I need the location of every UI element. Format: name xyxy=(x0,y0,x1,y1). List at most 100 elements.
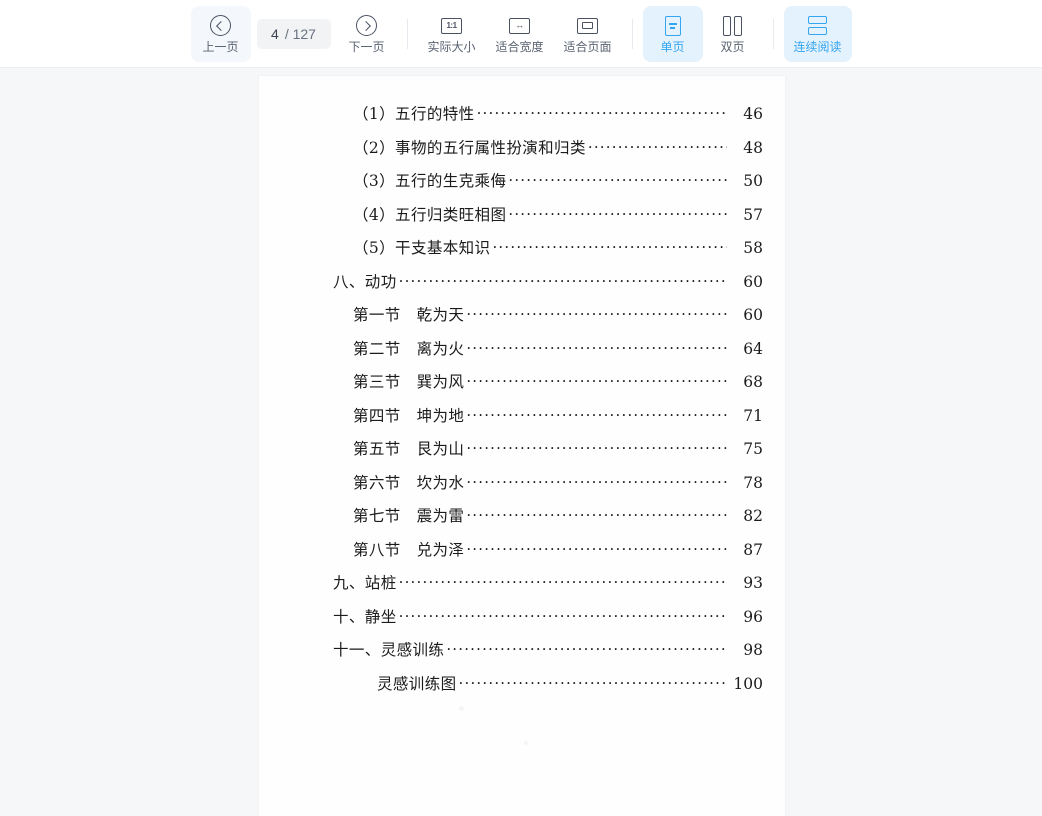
toc-entry-page-number: 98 xyxy=(743,641,763,659)
toc-leader-dots: ········································… xyxy=(508,204,727,223)
fit-page-button[interactable]: 适合页面 xyxy=(554,6,622,62)
table-of-contents: （1）五行的特性 ································… xyxy=(259,76,785,705)
toc-leader-dots: ········································… xyxy=(458,673,727,692)
toc-entry-page-number: 57 xyxy=(743,205,763,224)
toc-leader-dots: ········································… xyxy=(466,506,727,524)
fit-width-label: 适合宽度 xyxy=(495,39,544,54)
actual-size-button[interactable]: 1:1 实际大小 xyxy=(418,6,486,62)
toc-entry[interactable]: （4）五行归类旺相图 ······························… xyxy=(281,203,763,237)
one-to-one-icon: 1:1 xyxy=(441,15,463,37)
toc-entry[interactable]: 八、动功 ····································… xyxy=(281,270,763,304)
dual-page-icon xyxy=(722,15,744,37)
toc-entry-page-number: 96 xyxy=(743,607,763,626)
toc-leader-dots: ········································… xyxy=(446,640,727,658)
one-to-one-icon-glyph: 1:1 xyxy=(441,17,462,34)
toc-entry[interactable]: 第七节 震为雷 ·································… xyxy=(281,504,763,538)
fit-width-button[interactable]: ↔ 适合宽度 xyxy=(486,6,554,62)
next-page-label: 下一页 xyxy=(348,39,385,54)
toc-entry[interactable]: 第六节 坎为水 ·································… xyxy=(281,471,763,505)
fit-page-label: 适合页面 xyxy=(563,39,612,54)
toc-entry[interactable]: （1）五行的特性 ································… xyxy=(281,102,763,136)
dual-page-button[interactable]: 双页 xyxy=(703,6,763,62)
toc-entry[interactable]: 十、静坐 ····································… xyxy=(281,605,763,639)
total-pages-value: / 127 xyxy=(284,25,316,42)
toc-entry[interactable]: 第一节 乾为天 ·································… xyxy=(281,303,763,337)
toolbar-divider-1 xyxy=(406,18,408,49)
toc-leader-dots: ········································… xyxy=(398,573,727,591)
toc-leader-dots: ········································… xyxy=(466,539,727,558)
toc-entry[interactable]: 第四节 坤为地 ·································… xyxy=(281,404,763,438)
toc-entry[interactable]: （3）五行的生克乘侮 ······························… xyxy=(281,169,763,203)
toc-entry-title: 第五节 艮为山 xyxy=(353,440,465,458)
prev-page-button[interactable]: 上一页 xyxy=(190,5,251,62)
toc-entry-page-number: 82 xyxy=(743,507,763,525)
toc-entry-page-number: 48 xyxy=(743,138,763,157)
toc-entry[interactable]: 九、站桩 ····································… xyxy=(281,571,763,605)
toc-entry-title: （4）五行归类旺相图 xyxy=(353,205,507,224)
scan-artifact xyxy=(439,616,442,619)
scan-artifact xyxy=(459,706,464,711)
toc-entry-title: 十一、灵感训练 xyxy=(333,641,445,659)
current-page-value: 4 xyxy=(271,25,279,42)
continuous-scroll-icon xyxy=(807,15,829,37)
reader-toolbar: 上一页 4 / 127 下一页 1:1 实际大小 ↔ 适合宽度 适合页面 单页 xyxy=(0,0,1042,68)
toc-entry[interactable]: 第二节 离为火 ·································… xyxy=(281,337,763,371)
toc-entry-page-number: 68 xyxy=(743,373,763,391)
toc-entry-title: 第八节 兑为泽 xyxy=(353,540,465,559)
toc-entry-title: 第七节 震为雷 xyxy=(353,507,465,525)
toc-entry-title: 第六节 坎为水 xyxy=(353,473,465,492)
toc-entry-title: 八、动功 xyxy=(333,272,397,291)
toc-entry-title: （2）事物的五行属性扮演和归类 xyxy=(353,138,586,157)
page-number-input[interactable]: 4 / 127 xyxy=(256,18,331,49)
toc-entry[interactable]: 灵感训练图 ···································… xyxy=(281,672,763,706)
toc-entry[interactable]: （2）事物的五行属性扮演和归类·························… xyxy=(281,136,763,170)
toc-entry-page-number: 78 xyxy=(743,473,763,492)
continuous-reading-button[interactable]: 连续阅读 xyxy=(783,5,852,62)
toc-entry[interactable]: 十一、灵感训练 ·································… xyxy=(281,638,763,672)
toc-leader-dots: ········································… xyxy=(398,271,727,290)
toc-leader-dots: ········································… xyxy=(508,171,727,189)
toc-leader-dots: ········································… xyxy=(466,305,727,323)
single-page-label: 单页 xyxy=(660,39,685,54)
single-page-icon xyxy=(662,15,684,37)
toc-leader-dots: ········································… xyxy=(466,372,727,390)
toc-entry-page-number: 60 xyxy=(743,272,763,291)
toc-entry-page-number: 71 xyxy=(743,406,763,425)
toc-entry-title: 第二节 离为火 xyxy=(353,339,465,358)
toc-entry-title: （1）五行的特性 xyxy=(353,105,475,123)
fit-width-arrows: ↔ xyxy=(515,20,524,30)
actual-size-label: 实际大小 xyxy=(427,39,476,54)
continuous-reading-label: 连续阅读 xyxy=(793,39,842,54)
toc-entry-title: 第四节 坤为地 xyxy=(353,406,465,425)
dual-page-label: 双页 xyxy=(720,39,745,54)
single-page-button[interactable]: 单页 xyxy=(642,5,703,62)
toc-entry-title: （3）五行的生克乘侮 xyxy=(353,172,507,190)
toc-entry-page-number: 50 xyxy=(743,172,763,190)
toc-entry[interactable]: 第五节 艮为山 ·································… xyxy=(281,437,763,471)
prev-page-label: 上一页 xyxy=(202,39,239,54)
toc-leader-dots: ········································… xyxy=(466,439,727,457)
toc-entry[interactable]: 第八节 兑为泽 ·································… xyxy=(281,538,763,572)
toc-entry-title: 九、站桩 xyxy=(333,574,397,592)
toc-leader-dots: ········································… xyxy=(587,137,727,156)
next-page-button[interactable]: 下一页 xyxy=(337,6,397,62)
fit-page-icon xyxy=(577,15,599,37)
pdf-page: （1）五行的特性 ································… xyxy=(259,76,785,816)
toc-leader-dots: ········································… xyxy=(466,338,727,357)
toc-entry[interactable]: 第三节 巽为风 ·································… xyxy=(281,370,763,404)
chevron-right-circle-icon xyxy=(356,15,378,37)
toc-entry-title: （5）干支基本知识 xyxy=(353,239,491,257)
toc-entry-page-number: 100 xyxy=(733,674,763,693)
toc-leader-dots: ········································… xyxy=(476,104,727,122)
toc-entry-title: 第三节 巽为风 xyxy=(353,373,465,391)
toc-entry[interactable]: （5）干支基本知识 ·······························… xyxy=(281,236,763,270)
toc-entry-title: 第一节 乾为天 xyxy=(353,306,465,324)
toc-entry-title: 十、静坐 xyxy=(333,607,397,626)
toc-leader-dots: ········································… xyxy=(466,472,727,491)
scan-artifact xyxy=(524,741,528,745)
toc-entry-page-number: 58 xyxy=(743,239,763,257)
chevron-left-circle-icon xyxy=(210,15,232,37)
toc-leader-dots: ········································… xyxy=(466,405,727,424)
toc-entry-page-number: 46 xyxy=(743,105,763,123)
document-viewer[interactable]: （1）五行的特性 ································… xyxy=(0,68,1042,816)
